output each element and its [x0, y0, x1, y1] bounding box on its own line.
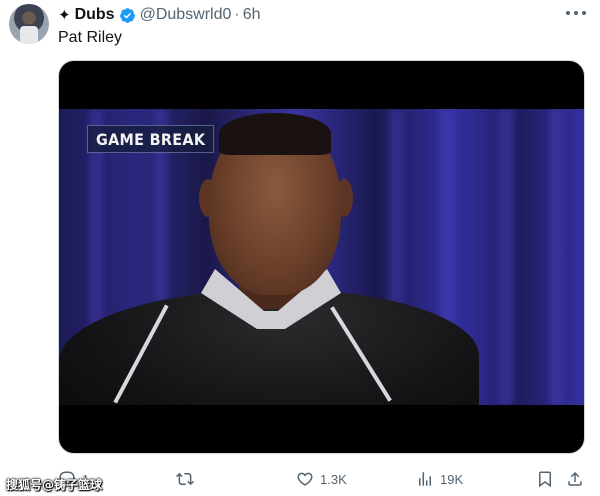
views-count: 19K [440, 471, 464, 487]
like-button[interactable]: 1.3K [296, 468, 347, 490]
author-name[interactable]: Dubs [75, 6, 115, 24]
share-button[interactable] [566, 468, 584, 490]
more-icon[interactable] [566, 6, 586, 20]
tweet-header: ✦ Dubs @Dubswrld0 · 6h [58, 5, 261, 25]
views-button[interactable]: 19K [416, 468, 463, 490]
avatar-jersey [20, 26, 38, 44]
author-avatar[interactable] [9, 4, 49, 44]
author-handle[interactable]: @Dubswrld0 [140, 6, 232, 24]
bookmark-button[interactable] [536, 468, 554, 490]
tweet-text: Pat Riley [58, 29, 123, 46]
video-player[interactable]: GAME BREAK [58, 60, 585, 454]
verified-icon [119, 7, 135, 23]
name-prefix-symbol: ✦ [58, 7, 71, 24]
tweet-actions: 1 1.3K 19K [58, 468, 588, 490]
video-frame: GAME BREAK [59, 109, 584, 405]
like-count: 1.3K [320, 471, 347, 487]
share-icon [568, 471, 582, 486]
retweet-icon [176, 472, 194, 486]
separator: · [234, 6, 240, 23]
bookmark-icon [539, 471, 551, 488]
timestamp[interactable]: 6h [243, 6, 261, 24]
source-watermark: 搜狐号@铸子篮球 [6, 478, 103, 492]
like-icon [297, 472, 313, 486]
retweet-button[interactable] [176, 468, 194, 490]
views-icon [419, 472, 431, 486]
game-break-label: GAME BREAK [96, 129, 206, 149]
game-break-badge: GAME BREAK [87, 125, 215, 153]
